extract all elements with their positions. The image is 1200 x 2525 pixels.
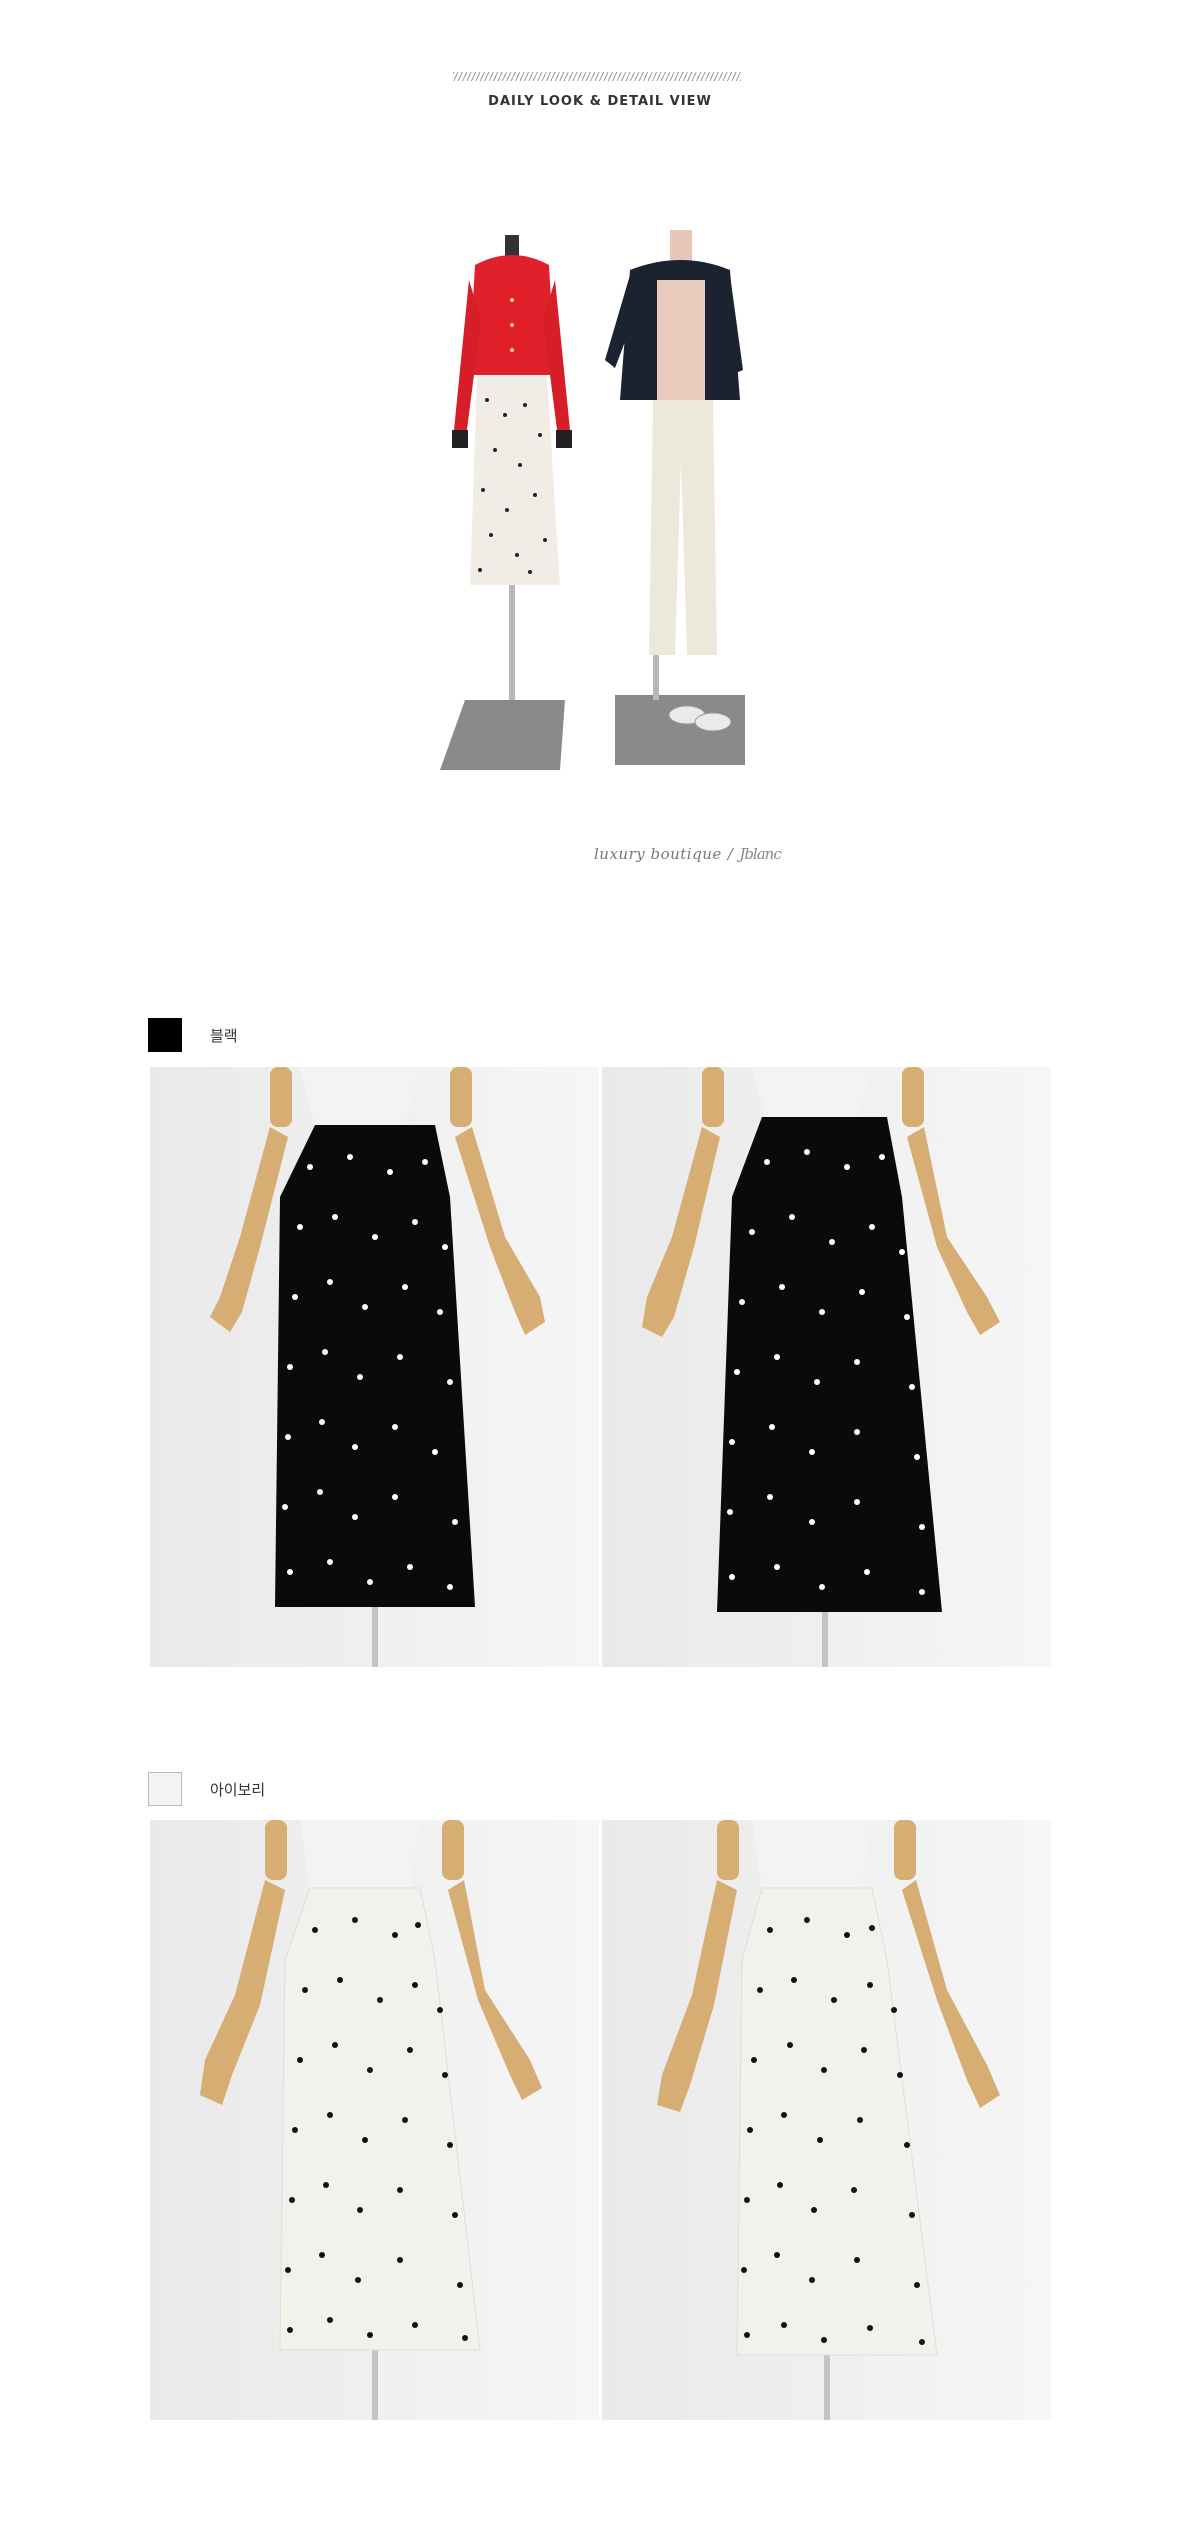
signature-logo: Jblanc — [739, 845, 781, 863]
caption-separator: / — [727, 845, 734, 863]
section-title: DAILY LOOK & DETAIL VIEW — [488, 94, 712, 109]
color-label-ivory: 아이보리 — [210, 1780, 266, 1799]
black-skirt-photo-side — [602, 1067, 1051, 1667]
color-option-black: 블랙 — [148, 1018, 238, 1052]
ivory-skirt-photo-side — [602, 1820, 1051, 2420]
brand-caption: luxury boutique / Jblanc — [594, 845, 782, 863]
color-swatch-ivory — [148, 1772, 182, 1806]
color-label-black: 블랙 — [210, 1026, 238, 1045]
color-option-ivory: 아이보리 — [148, 1772, 265, 1806]
decorative-hatch-line — [453, 72, 741, 81]
ivory-skirt-photo-front — [150, 1820, 599, 2420]
daily-look-image — [425, 200, 775, 780]
color-swatch-black — [148, 1018, 182, 1052]
black-skirt-photo-front — [150, 1067, 599, 1667]
caption-text: luxury boutique — [594, 845, 722, 863]
